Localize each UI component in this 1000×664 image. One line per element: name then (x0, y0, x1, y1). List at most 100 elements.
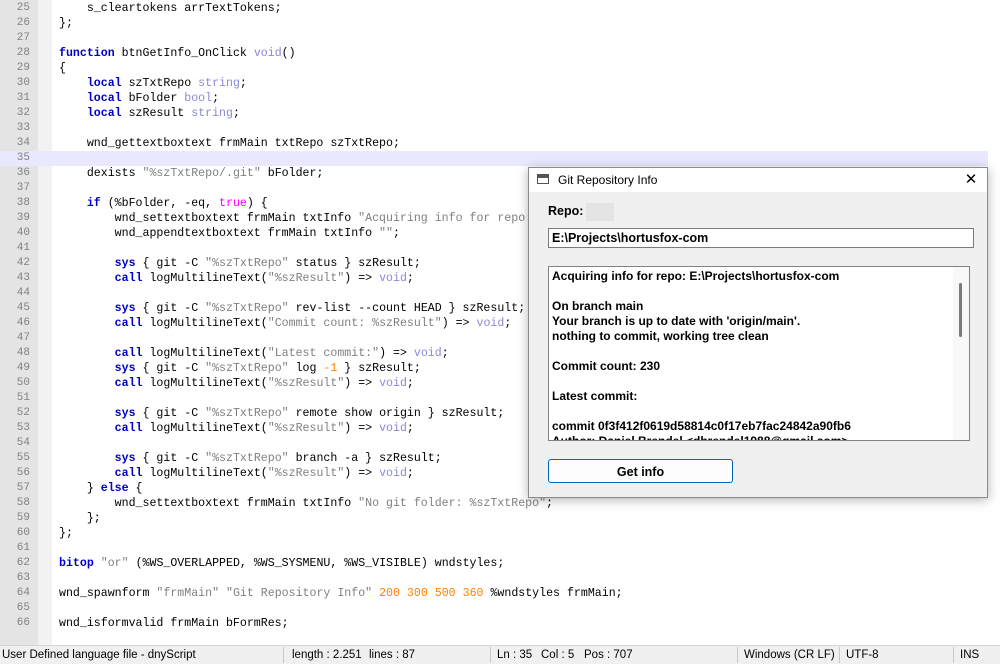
code-text: local szResult string; (86, 107, 240, 120)
code-line[interactable]: 34 wnd_gettextboxtext frmMain txtRepo sz… (0, 136, 988, 151)
code-text: } else { (59, 482, 143, 495)
status-lines: lines : 87 (369, 649, 416, 661)
info-line (552, 374, 954, 389)
line-number: 28 (16, 47, 30, 59)
info-line: Latest commit: (552, 389, 638, 403)
line-number: 38 (16, 197, 30, 209)
get-info-button[interactable]: Get info (548, 459, 733, 483)
line-number: 62 (16, 557, 30, 569)
line-number: 58 (16, 497, 30, 509)
line-number: 30 (16, 77, 30, 89)
code-line[interactable]: 31 local bFolder bool; (0, 91, 988, 106)
code-text: sys { git -C "%szTxtRepo" remote show or… (114, 407, 505, 420)
status-separator (737, 647, 738, 663)
code-line[interactable]: 35 (0, 151, 988, 166)
info-line: commit 0f3f412f0619d58814c0f17eb7fac2484… (552, 419, 851, 433)
line-number: 29 (16, 62, 30, 74)
line-number: 55 (16, 452, 30, 464)
code-text: call logMultilineText("%szResult") => vo… (114, 377, 414, 390)
info-line: Acquiring info for repo: E:\Projects\hor… (552, 269, 840, 283)
info-line: nothing to commit, working tree clean (552, 329, 769, 343)
line-number: 49 (16, 362, 30, 374)
code-line[interactable]: 26}; (0, 16, 988, 31)
code-text: bitop "or" (%WS_OVERLAPPED, %WS_SYSMENU,… (59, 557, 505, 570)
code-text: }; (59, 17, 73, 30)
status-ln: Ln : 35 (497, 649, 533, 661)
line-number: 59 (16, 512, 30, 524)
close-icon[interactable]: ✕ (955, 168, 987, 192)
dialog-title-bar[interactable]: Git Repository Info ✕ (529, 168, 987, 192)
code-line[interactable]: 28 function btnGetInfo_OnClick void() (0, 46, 988, 61)
status-separator (839, 647, 840, 663)
code-text: call logMultilineText("%szResult") => vo… (114, 422, 414, 435)
code-text: if (%bFolder, -eq, true) { (86, 197, 268, 210)
code-text: call logMultilineText("%szResult") => vo… (114, 272, 414, 285)
code-text: wnd_gettextboxtext frmMain txtRepo szTxt… (59, 137, 400, 150)
info-scrollbar[interactable] (953, 267, 969, 440)
code-text: call logMultilineText("%szResult") => vo… (114, 467, 414, 480)
line-number: 33 (16, 122, 30, 134)
status-bar: User Defined language file - dnyScript l… (0, 645, 1000, 664)
line-number: 42 (16, 257, 30, 269)
code-line[interactable]: 65 (0, 601, 988, 616)
status-length: length : 2.251 (292, 649, 362, 661)
line-number: 61 (16, 542, 30, 554)
line-number: 32 (16, 107, 30, 119)
info-text: Acquiring info for repo: E:\Projects\hor… (552, 269, 954, 441)
line-number: 44 (16, 287, 30, 299)
line-number: 31 (16, 92, 30, 104)
code-text: sys { git -C "%szTxtRepo" status } szRes… (114, 257, 421, 270)
code-text: wnd_appendtextboxtext frmMain txtInfo ""… (59, 227, 400, 240)
code-line[interactable]: 66 wnd_isformvalid frmMain bFormRes; (0, 616, 988, 631)
code-text: s_cleartokens arrTextTokens; (59, 2, 282, 15)
status-separator (283, 647, 284, 663)
code-text: wnd_spawnform "frmMain" "Git Repository … (59, 587, 623, 600)
code-line[interactable]: 64 wnd_spawnform "frmMain" "Git Repositor… (0, 586, 988, 601)
code-line[interactable]: 61 (0, 541, 988, 556)
window-icon (537, 174, 549, 184)
line-number: 45 (16, 302, 30, 314)
line-number: 53 (16, 422, 30, 434)
line-number: 51 (16, 392, 30, 404)
code-line[interactable]: 33 (0, 121, 988, 136)
status-encoding: UTF-8 (846, 649, 879, 661)
line-number: 66 (16, 617, 30, 629)
code-text: function btnGetInfo_OnClick void() (59, 47, 296, 60)
code-line[interactable]: 59 }; (0, 511, 988, 526)
line-number: 27 (16, 32, 30, 44)
info-textbox[interactable]: Acquiring info for repo: E:\Projects\hor… (548, 266, 970, 441)
code-line[interactable]: 27 (0, 31, 988, 46)
status-col: Col : 5 (541, 649, 575, 661)
line-number: 25 (16, 2, 30, 14)
code-line[interactable]: 25 s_cleartokens arrTextTokens; (0, 1, 988, 16)
code-line[interactable]: 58 wnd_settextboxtext frmMain txtInfo "N… (0, 496, 988, 511)
code-line[interactable]: 62 bitop "or" (%WS_OVERLAPPED, %WS_SYSMEN… (0, 556, 988, 571)
code-line[interactable]: 60}; (0, 526, 988, 541)
line-number: 46 (16, 317, 30, 329)
code-line[interactable]: 63 (0, 571, 988, 586)
line-number: 36 (16, 167, 30, 179)
repo-input[interactable]: E:\Projects\hortusfox-com (548, 228, 974, 248)
code-text: dexists "%szTxtRepo/.git" bFolder; (59, 167, 324, 180)
code-line[interactable]: 29 { (0, 61, 988, 76)
line-number: 48 (16, 347, 30, 359)
line-number: 64 (16, 587, 30, 599)
code-text: }; (59, 527, 73, 540)
code-text: local szTxtRepo string; (86, 77, 247, 90)
info-scroll-thumb[interactable] (959, 283, 962, 337)
code-line[interactable]: 32 local szResult string; (0, 106, 988, 121)
line-number: 52 (16, 407, 30, 419)
line-number: 34 (16, 137, 30, 149)
code-line[interactable]: 30 local szTxtRepo string; (0, 76, 988, 91)
line-number: 43 (16, 272, 30, 284)
code-text: call logMultilineText("Commit count: %sz… (114, 317, 512, 330)
line-number: 41 (16, 242, 30, 254)
line-number: 63 (16, 572, 30, 584)
status-eol: Windows (CR LF) (744, 649, 835, 661)
info-line: Author: Daniel Brendel <dbrendel1988@gma… (552, 434, 849, 441)
line-number: 56 (16, 467, 30, 479)
info-line (552, 404, 954, 419)
status-separator (953, 647, 954, 663)
line-number: 37 (16, 182, 30, 194)
line-number: 35 (16, 152, 30, 164)
